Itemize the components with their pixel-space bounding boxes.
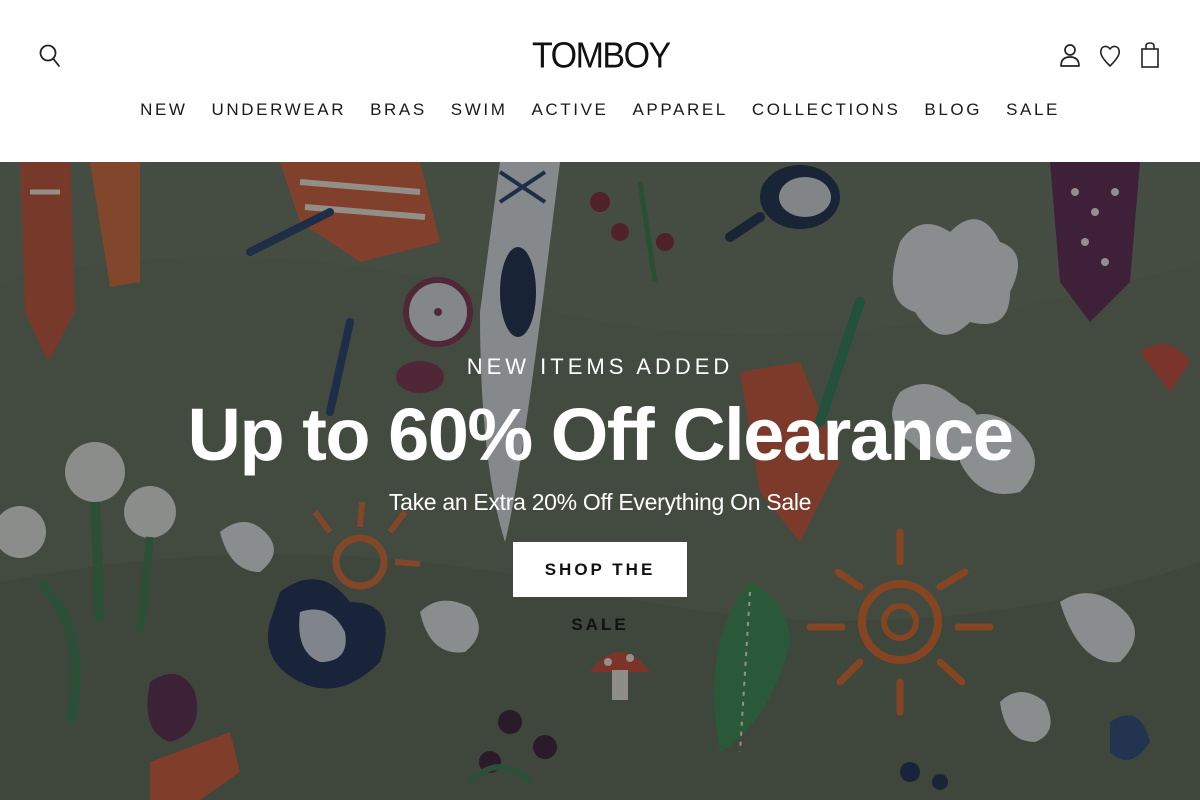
site-header: TOMBOY NEW UNDERWEAR BRAS SWIM ACTIVE AP… (0, 0, 1200, 162)
search-icon (39, 44, 60, 67)
hero-title: Up to 60% Off Clearance (187, 393, 1014, 476)
account-button[interactable] (1058, 40, 1082, 70)
nav-item-blog[interactable]: BLOG (924, 100, 982, 124)
user-icon (1060, 44, 1080, 67)
nav-item-underwear[interactable]: UNDERWEAR (212, 100, 347, 124)
shop-the-sale-button[interactable]: SHOP THE SALE (513, 542, 687, 634)
hero-eyebrow: NEW ITEMS ADDED (466, 354, 734, 379)
wishlist-button[interactable] (1098, 40, 1122, 70)
hero-banner[interactable]: NEW ITEMS ADDED Up to 60% Off Clearance … (0, 162, 1200, 800)
nav-item-new[interactable]: NEW (140, 100, 187, 124)
shopping-bag-icon (1141, 42, 1159, 68)
nav-item-active[interactable]: ACTIVE (531, 100, 608, 124)
logo-text: TOMBOY (532, 35, 671, 76)
header-actions (1058, 40, 1162, 70)
nav-item-apparel[interactable]: APPAREL (632, 100, 727, 124)
nav-item-sale[interactable]: SALE (1006, 100, 1060, 124)
nav-item-bras[interactable]: BRAS (370, 100, 427, 124)
search-button[interactable] (38, 42, 64, 70)
nav-item-swim[interactable]: SWIM (451, 100, 508, 124)
brand-logo[interactable]: TOMBOY (532, 36, 672, 76)
nav-item-collections[interactable]: COLLECTIONS (752, 100, 901, 124)
hero-content: NEW ITEMS ADDED Up to 60% Off Clearance … (0, 352, 1200, 635)
heart-icon (1099, 45, 1121, 67)
hero-subtitle: Take an Extra 20% Off Everything On Sale (388, 489, 812, 515)
main-nav: NEW UNDERWEAR BRAS SWIM ACTIVE APPAREL C… (0, 100, 1200, 124)
cart-button[interactable] (1138, 40, 1162, 70)
